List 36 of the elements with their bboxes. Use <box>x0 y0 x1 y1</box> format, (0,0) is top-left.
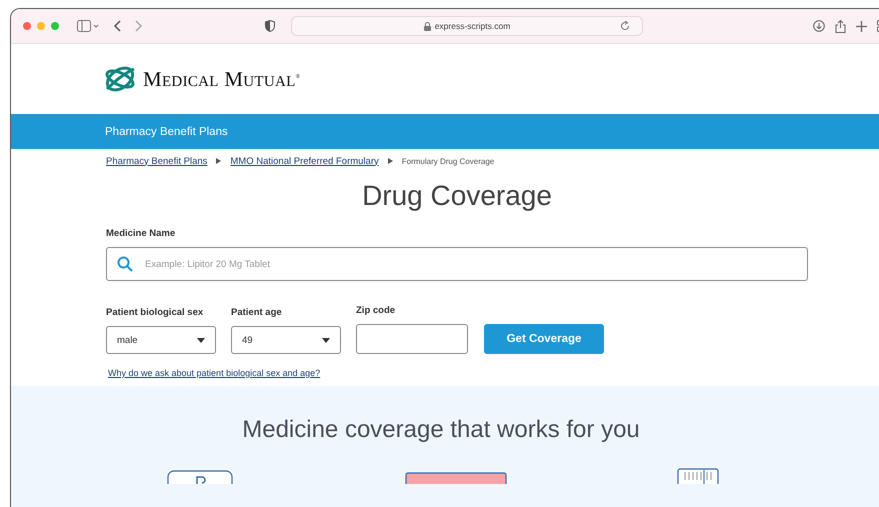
breadcrumb-link[interactable]: Pharmacy Benefit Plans <box>106 156 208 166</box>
dropdown-value: male <box>117 334 138 346</box>
address-bar[interactable]: express-scripts.com <box>291 16 643 36</box>
field-label: Zip code <box>356 305 396 316</box>
shield-icon[interactable] <box>265 20 275 32</box>
field-label: Patient biological sex <box>106 307 204 318</box>
url-text: express-scripts.com <box>434 21 510 31</box>
prescription-icon <box>167 470 235 484</box>
brand-name[interactable]: Medical Mutual$^{®}$ <box>143 66 300 92</box>
download-icon[interactable] <box>813 20 825 32</box>
dropdown[interactable]: male <box>106 326 216 354</box>
caret-icon <box>197 338 205 342</box>
dropdown[interactable]: 49 <box>231 326 341 354</box>
caret-icon <box>322 338 330 342</box>
new-tab-icon[interactable] <box>856 20 867 32</box>
lock-icon <box>424 22 431 30</box>
search-icon <box>117 256 133 272</box>
help-link[interactable]: Why do we ask about patient biological sex and age? <box>108 368 320 378</box>
chevron-icon <box>216 158 222 164</box>
ruler-icon <box>677 468 719 484</box>
dropdown-value: 49 <box>242 334 253 346</box>
zip-field[interactable] <box>356 324 468 354</box>
breadcrumb-current: Formulary Drug Coverage <box>402 156 494 166</box>
share-icon[interactable] <box>835 20 846 32</box>
chevron-icon <box>388 158 393 164</box>
card-icon <box>405 472 507 484</box>
breadcrumb-link[interactable]: MMO National Preferred Formulary <box>230 156 379 166</box>
field-label: Patient age <box>231 307 283 318</box>
medicine-search-field[interactable]: Example: Lipitor 20 Mg Tablet <box>106 247 808 281</box>
reload-icon[interactable] <box>620 21 630 31</box>
back-icon[interactable] <box>113 20 121 32</box>
page-heading: Drug Coverage <box>361 180 553 212</box>
field-label: Medicine Name <box>106 228 176 239</box>
sidebar-icon[interactable] <box>77 20 99 32</box>
close-icon[interactable] <box>23 22 31 30</box>
promo-heading: Medicine coverage that works for you <box>241 416 641 444</box>
